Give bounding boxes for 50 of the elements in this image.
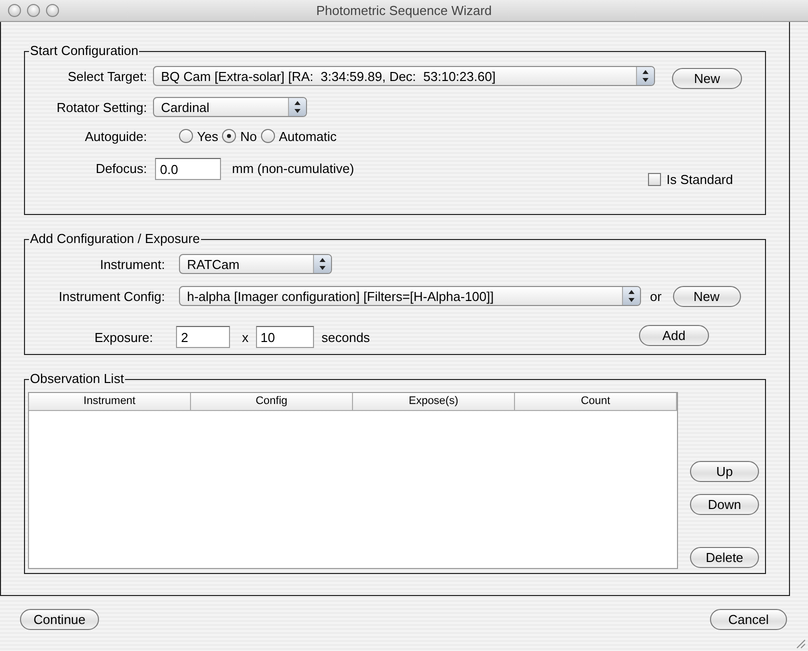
window-control[interactable] bbox=[46, 4, 59, 17]
group-title: Observation List bbox=[29, 371, 125, 387]
radio-button[interactable] bbox=[260, 129, 275, 143]
dropdown[interactable]: RATCam bbox=[179, 254, 332, 274]
new-button[interactable]: New bbox=[672, 286, 741, 306]
dropdown[interactable]: Cardinal bbox=[153, 97, 307, 117]
stepper-arrows-icon bbox=[288, 98, 306, 116]
field-label: Select Target: bbox=[66, 68, 147, 84]
field-label: Autoguide: bbox=[84, 128, 147, 144]
group-title: Add Configuration / Exposure bbox=[29, 231, 201, 247]
column-header[interactable]: Count bbox=[580, 395, 610, 407]
stepper-arrows-icon bbox=[313, 255, 331, 273]
checkbox[interactable] bbox=[648, 173, 660, 186]
field-label: Defocus: bbox=[94, 160, 147, 178]
list-button[interactable]: Down bbox=[690, 494, 759, 515]
cancel-button[interactable]: Cancel bbox=[710, 609, 787, 630]
unit-label: seconds bbox=[322, 330, 370, 344]
multiply-label: x bbox=[242, 330, 248, 344]
new-button[interactable]: New bbox=[672, 68, 742, 89]
stepper-arrows-icon bbox=[622, 287, 640, 305]
checkbox-label: Is Standard bbox=[666, 172, 733, 187]
add-button[interactable]: Add bbox=[638, 324, 709, 346]
radio-label: Yes bbox=[197, 128, 218, 144]
list-button[interactable]: Delete bbox=[690, 547, 759, 568]
unit-label: mm (non-cumulative) bbox=[232, 160, 354, 178]
field-label: Exposure: bbox=[93, 330, 153, 344]
field-label: Instrument: bbox=[98, 256, 165, 272]
window-control[interactable] bbox=[8, 4, 21, 17]
column-header[interactable]: Instrument bbox=[84, 395, 136, 407]
column-header[interactable]: Expose(s) bbox=[408, 395, 458, 407]
radio-button[interactable] bbox=[179, 129, 193, 143]
column-header[interactable]: Config bbox=[256, 395, 288, 407]
dropdown[interactable]: BQ Cam [Extra-solar] [RA: 3:34:59.89, Dec: 53:10:23.60] bbox=[153, 66, 655, 86]
radio-label: Automatic bbox=[278, 128, 337, 144]
radio-label: No bbox=[240, 128, 257, 144]
continue-button[interactable]: Continue bbox=[20, 609, 99, 630]
defocus-field[interactable]: 0.0 bbox=[155, 158, 221, 180]
window-control[interactable] bbox=[27, 4, 40, 17]
radio-button[interactable] bbox=[222, 129, 236, 143]
exposure-time-field[interactable]: 2 bbox=[176, 326, 230, 348]
stepper-arrows-icon bbox=[636, 67, 654, 85]
group-title: Start Configuration bbox=[29, 43, 140, 59]
list-button[interactable]: Up bbox=[690, 461, 759, 482]
field-label: Instrument Config: bbox=[58, 288, 165, 304]
window-title: Photometric Sequence Wizard bbox=[316, 3, 492, 18]
exposure-count-field[interactable]: 10 bbox=[256, 326, 314, 348]
dropdown[interactable]: h-alpha [Imager configuration] [Filters=[H-Alpha-100]] bbox=[179, 286, 641, 306]
or-label: or bbox=[650, 288, 662, 304]
field-label: Rotator Setting: bbox=[56, 100, 147, 114]
resize-grip-icon[interactable] bbox=[794, 637, 806, 649]
